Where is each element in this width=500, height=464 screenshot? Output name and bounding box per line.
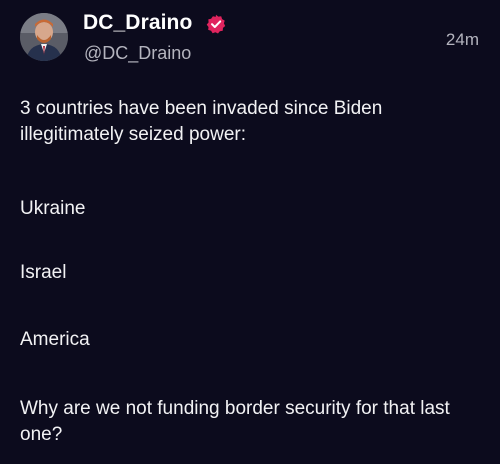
post-timestamp[interactable]: 24m bbox=[446, 30, 479, 50]
post-card: DC_Draino @DC_Draino 24m 3 countries hav… bbox=[0, 0, 500, 464]
post-text-line-1: 3 countries have been invaded since Bide… bbox=[20, 98, 383, 145]
post-text-line-3: Israel bbox=[20, 262, 67, 283]
author-display-name[interactable]: DC_Draino bbox=[83, 11, 192, 35]
avatar-icon bbox=[20, 13, 68, 61]
post-text-line-5: Why are we not funding border security f… bbox=[20, 398, 450, 445]
avatar[interactable] bbox=[20, 13, 68, 61]
post-text-line-4: America bbox=[20, 329, 90, 350]
author-handle[interactable]: @DC_Draino bbox=[84, 43, 191, 64]
verified-badge-icon bbox=[206, 14, 226, 34]
post-text-line-2: Ukraine bbox=[20, 198, 86, 219]
